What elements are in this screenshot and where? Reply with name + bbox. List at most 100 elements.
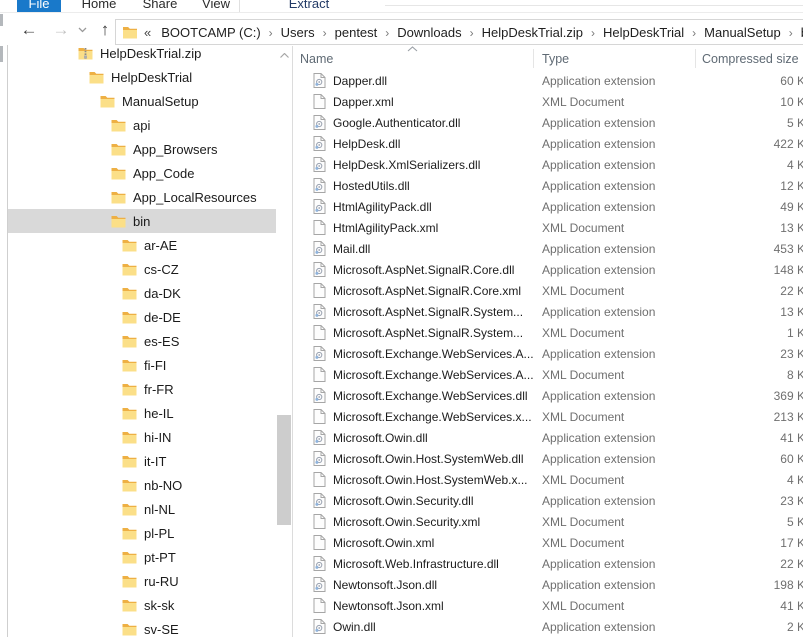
file-row[interactable]: Microsoft.Owin.xml XML Document 17 KB [293,532,803,553]
file-row[interactable]: Newtonsoft.Json.dll Application extensio… [293,574,803,595]
tree-item[interactable]: hi-IN [8,425,276,449]
file-row[interactable]: Microsoft.Owin.Host.SystemWeb.x... XML D… [293,469,803,490]
breadcrumb-item[interactable]: bin [794,25,803,40]
file-name: Mail.dll [333,242,370,256]
file-row[interactable]: Microsoft.Owin.Security.xml XML Document… [293,511,803,532]
tree-item[interactable]: de-DE [8,305,276,329]
file-row[interactable]: Mail.dll Application extension 453 KB [293,238,803,259]
file-compressed-size: 23 KB [695,494,803,508]
breadcrumb-item[interactable]: Downloads [390,25,468,40]
file-name: Owin.dll [333,620,376,634]
file-row[interactable]: Microsoft.AspNet.SignalR.Core.dll Applic… [293,259,803,280]
tree-item[interactable]: ar-AE [8,233,276,257]
tree-item[interactable]: bin [8,209,276,233]
file-compressed-size: 1 KB [695,326,803,340]
xml-document-icon [313,409,326,424]
scrollbar-up-icon[interactable] [280,53,289,58]
file-row[interactable]: Microsoft.Exchange.WebServices.dll Appli… [293,385,803,406]
breadcrumb-item[interactable]: ManualSetup [697,25,788,40]
tree-item[interactable]: ManualSetup [8,89,276,113]
tree-item[interactable]: App_Browsers [8,137,276,161]
file-name: Microsoft.Owin.Host.SystemWeb.dll [333,452,524,466]
file-type: Application extension [533,431,695,445]
tree-item[interactable]: HelpDeskTrial.zip [8,41,276,65]
ribbon-tab-file[interactable]: File [17,0,61,12]
tree-item[interactable]: cs-CZ [8,257,276,281]
file-row[interactable]: Dapper.xml XML Document 10 KB [293,91,803,112]
file-row[interactable]: Dapper.dll Application extension 60 KB [293,70,803,91]
tree-item[interactable]: da-DK [8,281,276,305]
tree-item[interactable]: sk-sk [8,593,276,617]
tree-item[interactable]: App_Code [8,161,276,185]
tree-item[interactable]: App_LocalResources [8,185,276,209]
tree-item-label: ru-RU [144,574,179,589]
file-row[interactable]: Microsoft.Exchange.WebServices.x... XML … [293,406,803,427]
file-type: Application extension [533,158,695,172]
file-list: Name Type Compressed size Dapper.dll App… [293,46,803,71]
file-row[interactable]: Microsoft.Owin.Security.dll Application … [293,490,803,511]
scrollbar-thumb[interactable] [277,415,291,525]
tree-item[interactable]: fr-FR [8,377,276,401]
tree-item[interactable]: he-IL [8,401,276,425]
tree-item[interactable]: nl-NL [8,497,276,521]
file-compressed-size: 453 KB [695,242,803,256]
tree-item[interactable]: HelpDeskTrial [8,65,276,89]
breadcrumb-item[interactable]: Users [274,25,322,40]
column-divider[interactable] [695,49,696,68]
file-row[interactable]: Owin.dll Application extension 2 KB [293,616,803,637]
file-row[interactable]: Microsoft.AspNet.SignalR.System... XML D… [293,322,803,343]
file-row[interactable]: HtmlAgilityPack.dll Application extensio… [293,196,803,217]
file-row[interactable]: HelpDesk.dll Application extension 422 K… [293,133,803,154]
tree-item[interactable]: it-IT [8,449,276,473]
file-row[interactable]: Google.Authenticator.dll Application ext… [293,112,803,133]
breadcrumb-item[interactable]: HelpDeskTrial.zip [475,25,590,40]
file-row[interactable]: HtmlAgilityPack.xml XML Document 13 KB [293,217,803,238]
tree-item[interactable]: es-ES [8,329,276,353]
tree-item[interactable]: nb-NO [8,473,276,497]
ribbon-tab-separator [239,0,240,12]
tree-item-label: es-ES [144,334,179,349]
file-row[interactable]: Microsoft.Exchange.WebServices.A... Appl… [293,343,803,364]
file-name: Microsoft.AspNet.SignalR.System... [333,305,523,319]
tree-item-label: fr-FR [144,382,174,397]
file-row[interactable]: Microsoft.Web.Infrastructure.dll Applica… [293,553,803,574]
folder-icon [89,71,104,84]
ribbon-tab-share[interactable]: Share [137,0,183,12]
tree-item[interactable]: pl-PL [8,521,276,545]
file-row[interactable]: Newtonsoft.Json.xml XML Document 41 KB [293,595,803,616]
file-row[interactable]: HelpDesk.XmlSerializers.dll Application … [293,154,803,175]
breadcrumb-item[interactable]: BOOTCAMP (C:) [154,25,267,40]
column-header-name[interactable]: Name [293,52,533,66]
tree-item[interactable]: api [8,113,276,137]
ribbon-tab-extract[interactable]: Extract [286,0,332,12]
tree-item-label: ManualSetup [122,94,199,109]
file-row[interactable]: Microsoft.AspNet.SignalR.Core.xml XML Do… [293,280,803,301]
column-divider[interactable] [533,49,534,68]
dll-icon [313,262,326,277]
folder-icon [122,599,137,612]
file-type: XML Document [533,599,695,613]
file-row[interactable]: Microsoft.Exchange.WebServices.A... XML … [293,364,803,385]
file-row[interactable]: Microsoft.AspNet.SignalR.System... Appli… [293,301,803,322]
breadcrumb-item[interactable]: pentest [328,25,385,40]
breadcrumb: BOOTCAMP (C:)›Users›pentest›Downloads›He… [154,25,803,40]
ribbon-tab-view[interactable]: View [199,0,233,12]
ribbon-tab-home[interactable]: Home [76,0,122,12]
tree-item[interactable]: fi-FI [8,353,276,377]
tree-item[interactable]: sv-SE [8,617,276,641]
tree-item[interactable]: pt-PT [8,545,276,569]
tree-item[interactable]: ru-RU [8,569,276,593]
file-row[interactable]: Microsoft.Owin.Host.SystemWeb.dll Applic… [293,448,803,469]
file-row[interactable]: Microsoft.Owin.dll Application extension… [293,427,803,448]
file-compressed-size: 5 KB [695,116,803,130]
folder-tree: HelpDeskTrial.zip HelpDeskTrial [8,41,276,641]
file-row[interactable]: HostedUtils.dll Application extension 12… [293,175,803,196]
tree-scrollbar[interactable] [276,46,292,637]
file-name: Dapper.dll [333,74,387,88]
column-header-type[interactable]: Type [533,52,695,66]
column-header-compressed-size[interactable]: Compressed size [695,52,803,66]
breadcrumb-overflow-indicator[interactable]: « [144,25,151,40]
file-name: Microsoft.AspNet.SignalR.Core.dll [333,263,514,277]
folder-icon [122,551,137,564]
breadcrumb-item[interactable]: HelpDeskTrial [596,25,691,40]
